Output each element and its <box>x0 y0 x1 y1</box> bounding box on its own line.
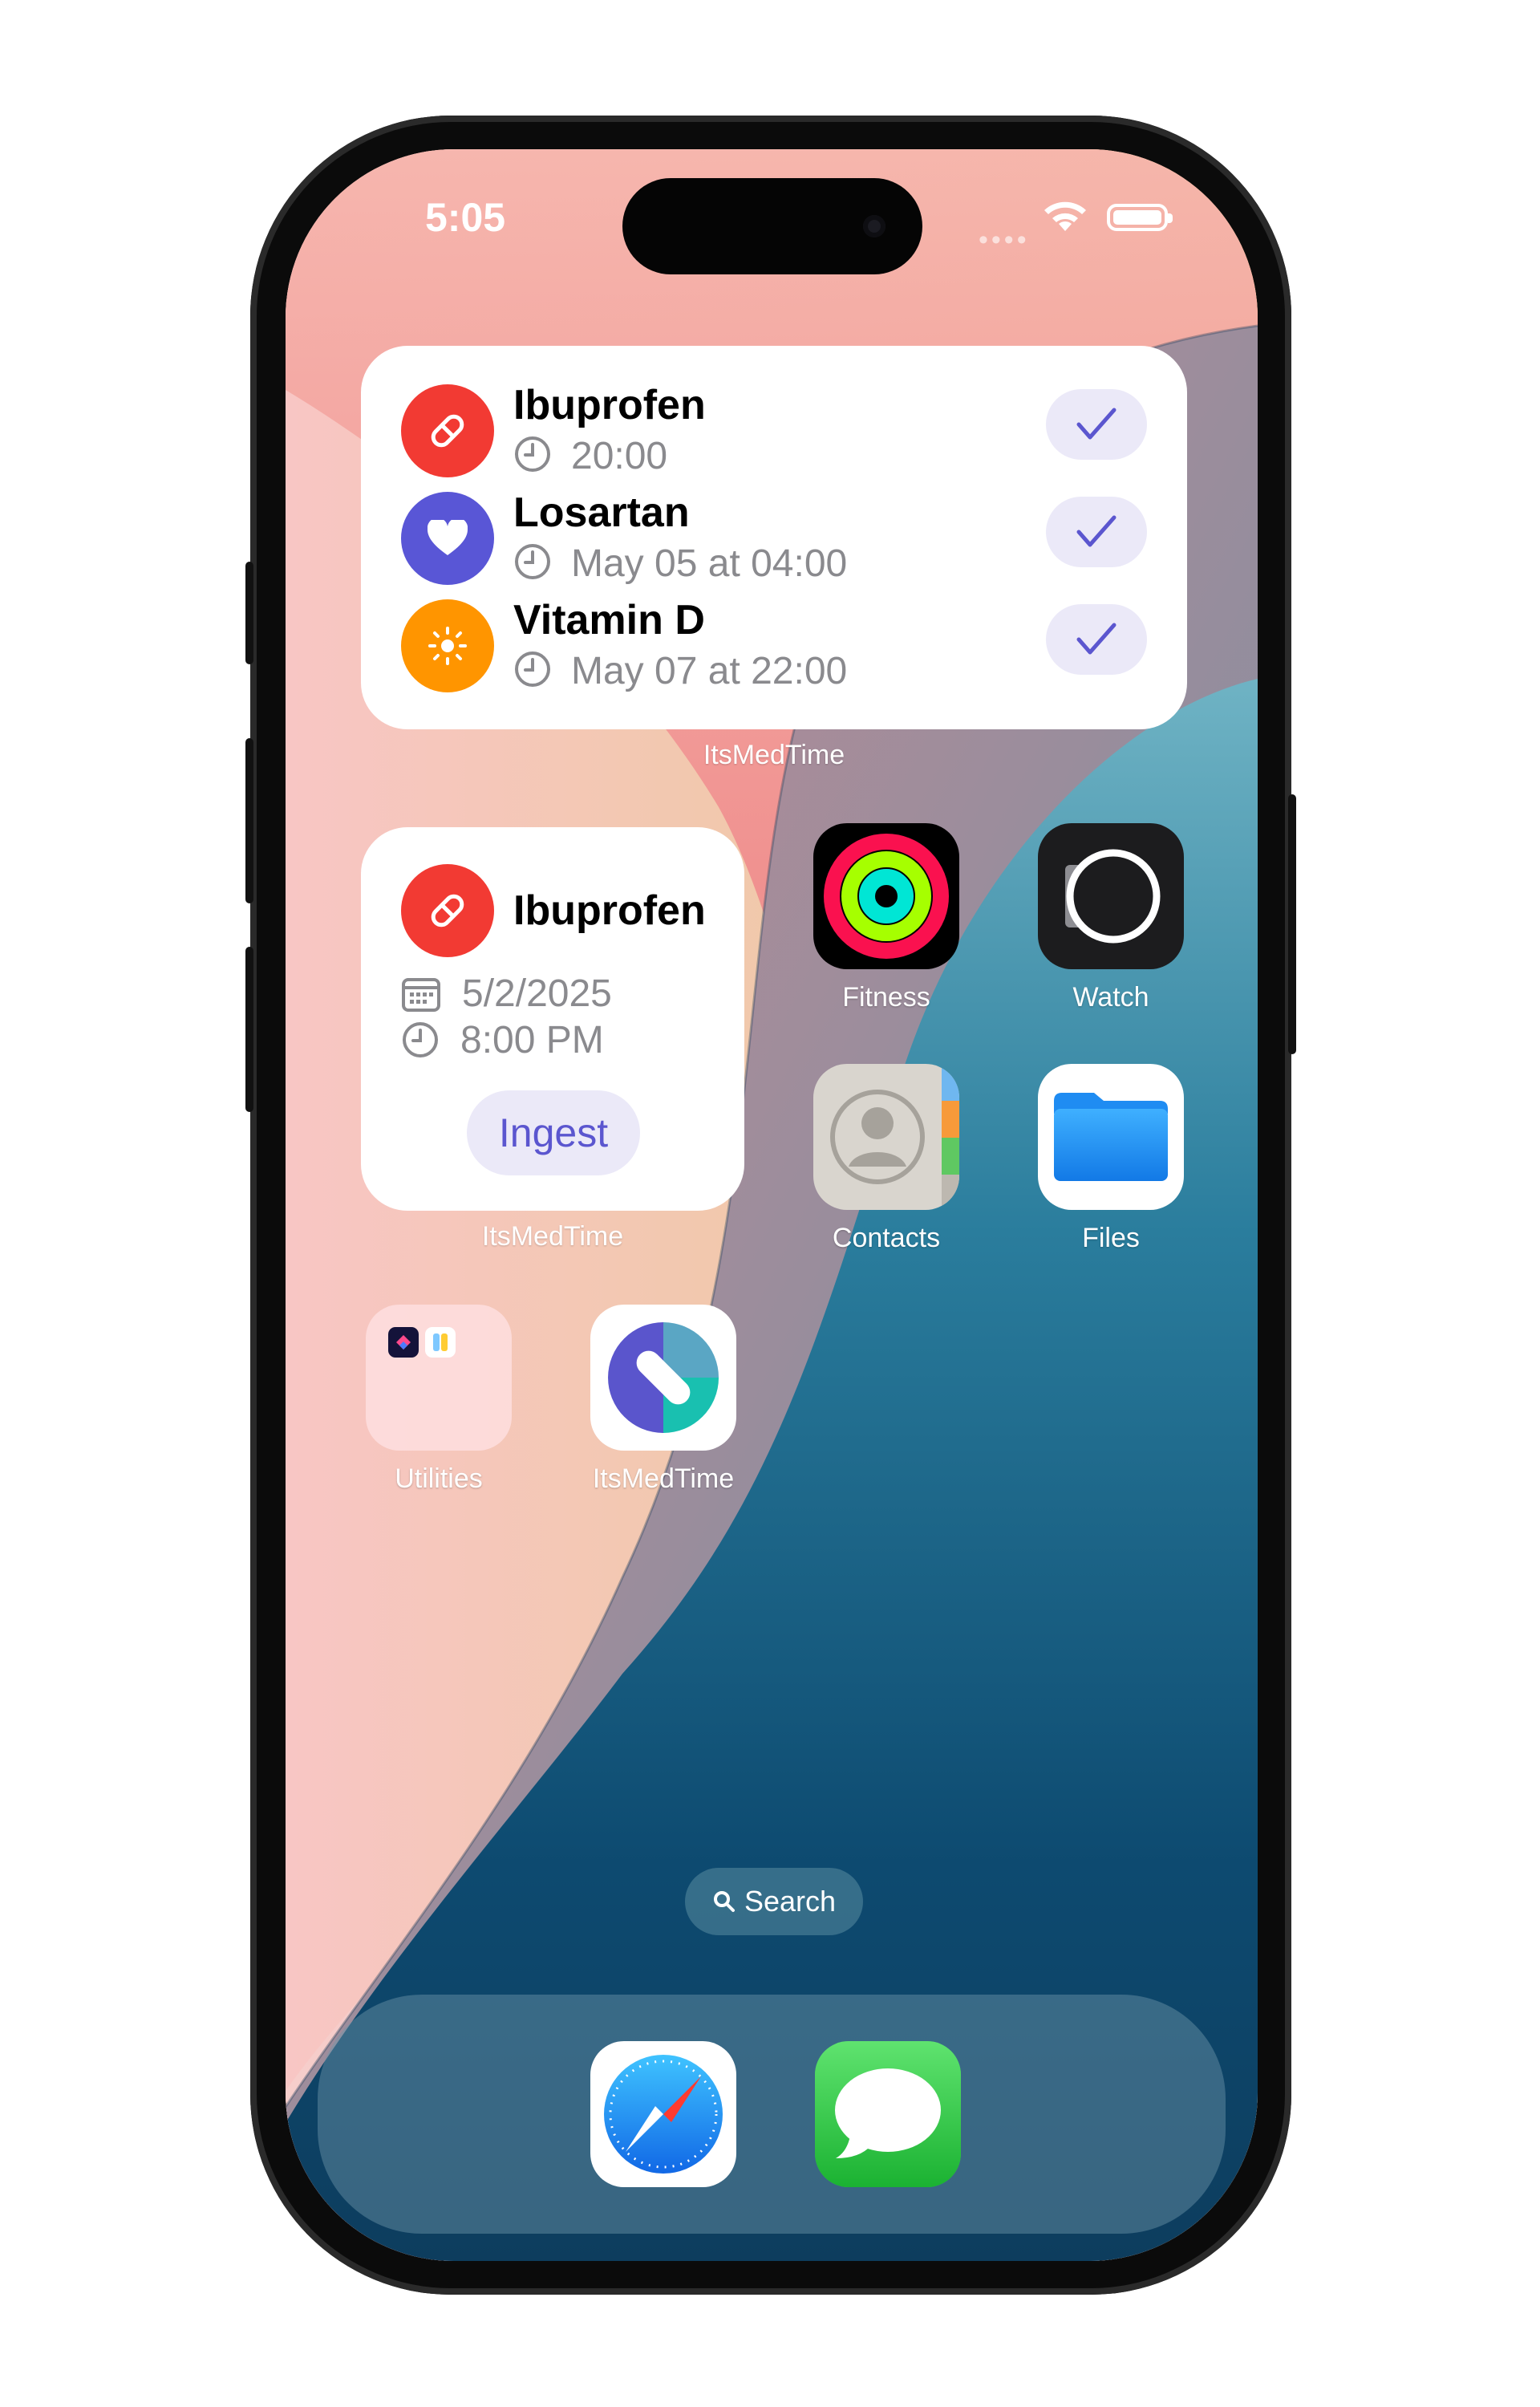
messages-bubble-icon[interactable] <box>815 2041 961 2187</box>
mark-taken-button[interactable] <box>1046 389 1147 460</box>
medication-time: May 05 at 04:00 <box>513 542 847 586</box>
medication-name: Losartan <box>513 489 690 536</box>
clock-icon <box>515 544 550 579</box>
calendar-icon <box>402 978 440 1012</box>
medication-list-widget[interactable]: Ibuprofen 20:00 Losartan May 05 at 04:00 <box>361 346 1187 729</box>
itsmedtime-app-icon <box>590 1305 736 1451</box>
widget-caption: ItsMedTime <box>703 740 845 770</box>
app-label: Fitness <box>842 982 930 1013</box>
front-camera <box>863 215 886 237</box>
app-contacts[interactable]: Contacts <box>813 1064 959 1254</box>
medication-name: Ibuprofen <box>513 887 706 934</box>
pill-icon <box>401 864 494 957</box>
medication-time: 20:00 <box>513 434 667 478</box>
checkmark-icon <box>1076 408 1116 440</box>
medication-row-losartan[interactable]: Losartan May 05 at 04:00 <box>401 489 1147 587</box>
fitness-rings-icon <box>813 823 959 969</box>
power-button <box>1288 794 1296 1054</box>
watch-icon <box>1038 823 1184 969</box>
volume-up-button <box>245 738 253 903</box>
medication-time: May 07 at 22:00 <box>513 649 847 693</box>
app-watch[interactable]: Watch <box>1038 823 1184 1013</box>
mark-taken-button[interactable] <box>1046 604 1147 675</box>
mark-taken-button[interactable] <box>1046 497 1147 567</box>
pill-icon <box>401 384 494 477</box>
action-button <box>245 562 253 664</box>
wifi-icon <box>1044 201 1086 231</box>
medication-name: Vitamin D <box>513 597 705 643</box>
clock-icon <box>515 436 550 472</box>
folder-utilities[interactable]: Utilities <box>366 1305 512 1495</box>
dose-date: 5/2/2025 <box>401 972 612 1016</box>
search-label: Search <box>744 1885 837 1918</box>
app-itsmedtime[interactable]: ItsMedTime <box>590 1305 736 1495</box>
dose-date-text: 5/2/2025 <box>462 972 612 1015</box>
app-fitness[interactable]: Fitness <box>813 823 959 1013</box>
widget-caption: ItsMedTime <box>481 1221 624 1252</box>
contacts-icon <box>813 1064 959 1210</box>
app-label: Contacts <box>832 1223 941 1253</box>
clock-icon <box>515 651 550 687</box>
sun-icon <box>401 599 494 692</box>
folder-utilities-icon <box>366 1305 512 1451</box>
next-dose-widget[interactable]: Ibuprofen 5/2/2025 8:00 PM Ingest <box>361 827 744 1211</box>
dose-time-text: 8:00 PM <box>460 1019 604 1061</box>
safari-compass-icon[interactable] <box>590 2041 736 2187</box>
home-screen: 5:05 •••• Ibuprofen 20:00 Losartan May 0… <box>286 149 1258 2261</box>
clock-icon <box>403 1022 438 1057</box>
medication-time-text: 20:00 <box>571 435 668 477</box>
medication-time-text: May 05 at 04:00 <box>571 542 848 585</box>
app-files[interactable]: Files <box>1038 1064 1184 1254</box>
dynamic-island <box>622 178 922 274</box>
ingest-button[interactable]: Ingest <box>467 1090 640 1175</box>
signal-dots-icon: •••• <box>979 225 1030 255</box>
heart-icon <box>401 492 494 585</box>
search-icon <box>713 1891 735 1912</box>
app-label: Utilities <box>395 1463 483 1494</box>
search-button[interactable]: Search <box>685 1868 863 1935</box>
folder-icon <box>1038 1064 1184 1210</box>
app-label: Watch <box>1072 982 1149 1013</box>
volume-down-button <box>245 947 253 1112</box>
app-label: ItsMedTime <box>592 1463 735 1494</box>
checkmark-icon <box>1076 515 1116 547</box>
medication-time-text: May 07 at 22:00 <box>571 650 848 692</box>
app-label: Files <box>1082 1223 1140 1253</box>
dose-time: 8:00 PM <box>401 1018 604 1062</box>
battery-icon <box>1107 204 1173 231</box>
medication-row-vitamin-d[interactable]: Vitamin D May 07 at 22:00 <box>401 597 1147 694</box>
checkmark-icon <box>1076 623 1116 655</box>
status-time: 5:05 <box>425 195 506 240</box>
medication-row-ibuprofen[interactable]: Ibuprofen 20:00 <box>401 382 1147 479</box>
dock <box>318 1995 1226 2234</box>
medication-name: Ibuprofen <box>513 382 706 428</box>
